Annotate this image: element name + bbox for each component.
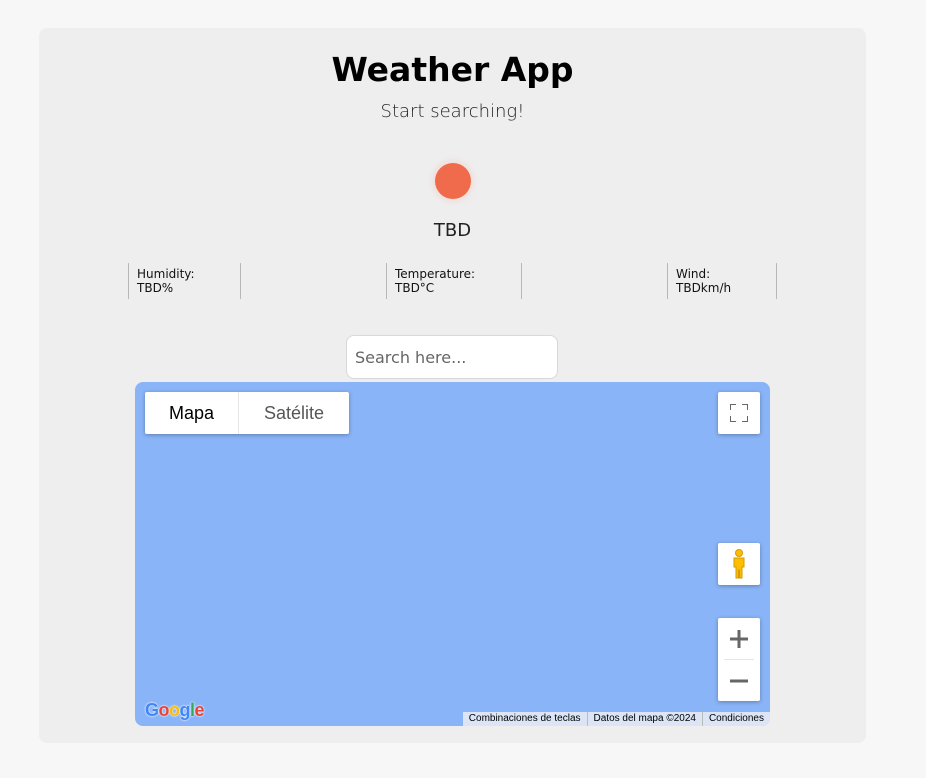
terms-link[interactable]: Condiciones — [701, 712, 770, 726]
map-data-text: Datos del mapa ©2024 — [586, 712, 702, 726]
map-type-satellite-button[interactable]: Satélite — [239, 392, 349, 434]
fullscreen-button[interactable] — [718, 392, 760, 434]
zoom-control — [718, 618, 760, 701]
wind-stat: Wind: TBDkm/h — [667, 263, 777, 299]
zoom-out-button[interactable] — [718, 660, 760, 701]
wind-label: Wind: TBDkm/h — [676, 267, 732, 295]
humidity-stat: Humidity: TBD% — [128, 263, 241, 299]
humidity-label: Humidity: TBD% — [137, 267, 195, 295]
weather-condition: TBD — [433, 220, 472, 241]
page-title: Weather App — [331, 50, 574, 89]
weather-card: Weather App Start searching! TBD Humidit… — [39, 28, 866, 743]
map-attribution: Combinaciones de teclas Datos del mapa ©… — [462, 712, 770, 726]
minus-icon — [730, 679, 748, 682]
page-subtitle: Start searching! — [380, 101, 525, 122]
temperature-label: Temperature: TBD°C — [395, 267, 476, 295]
fullscreen-icon — [730, 404, 748, 422]
map-view[interactable]: Mapa Satélite Google Combinaciones de te… — [135, 382, 770, 726]
map-type-control: Mapa Satélite — [145, 392, 349, 434]
plus-icon — [730, 629, 748, 648]
street-view-button[interactable] — [718, 543, 760, 585]
weather-status-indicator — [435, 163, 471, 199]
google-logo[interactable]: Google — [145, 700, 205, 721]
map-type-map-button[interactable]: Mapa — [145, 392, 239, 434]
temperature-stat: Temperature: TBD°C — [386, 263, 522, 299]
zoom-in-button[interactable] — [718, 618, 760, 659]
search-input[interactable] — [346, 335, 558, 379]
keyboard-shortcuts-link[interactable]: Combinaciones de teclas — [463, 712, 587, 726]
pegman-icon — [733, 549, 745, 579]
